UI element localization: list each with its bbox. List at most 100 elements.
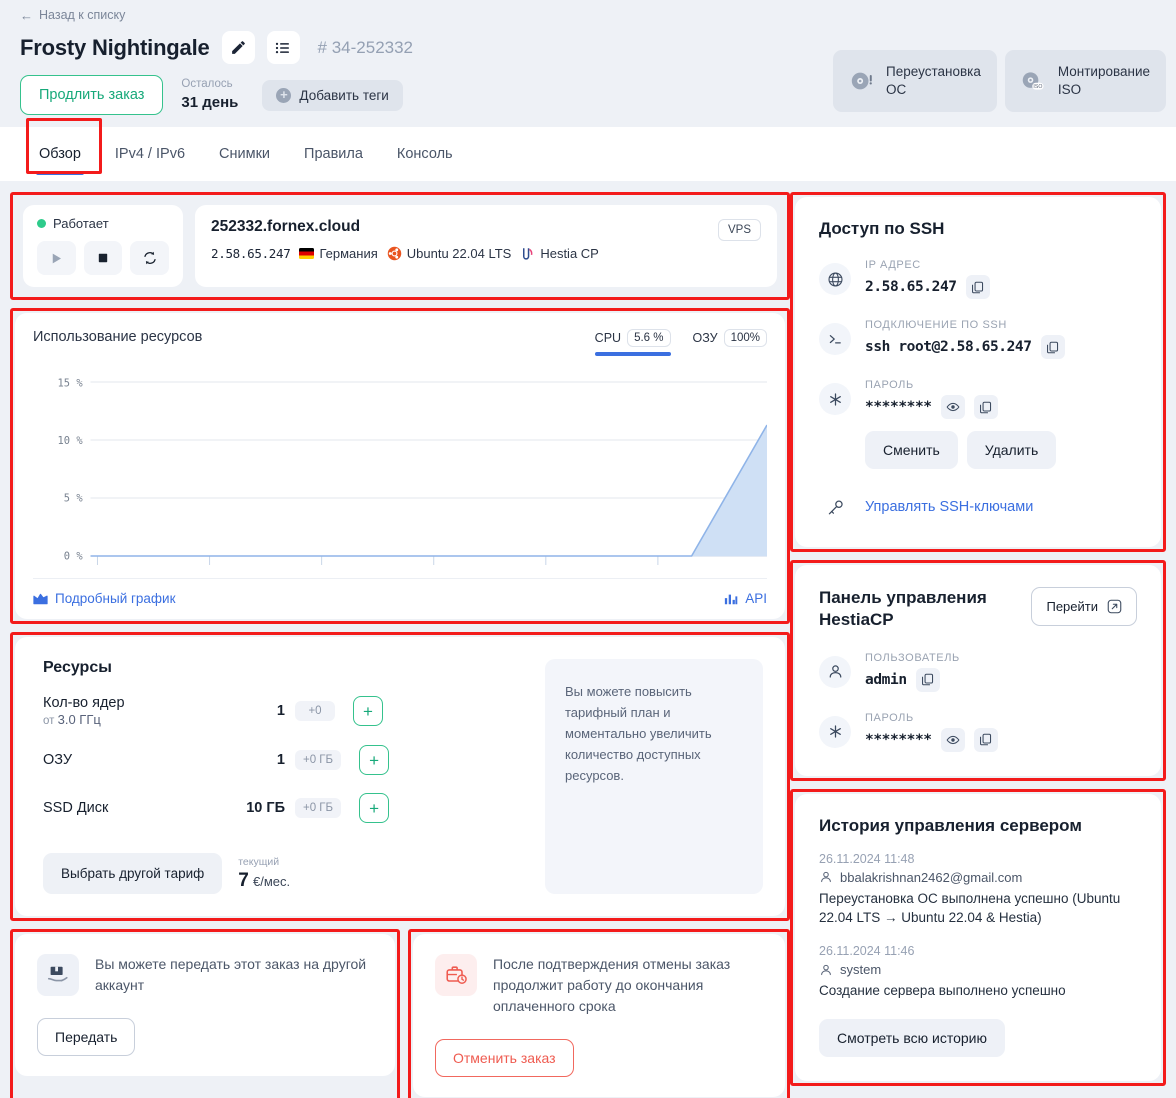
reboot-button[interactable] <box>130 241 170 275</box>
hestia-goto-button[interactable]: Перейти <box>1031 587 1137 626</box>
chart-header: Использование ресурсов CPU 5.6 % ОЗУ 100… <box>33 329 767 356</box>
package-handover-icon <box>37 954 79 996</box>
ssh-highlight: Доступ по SSH IP АДРЕС 2.58.65.247 ПОДКЛ… <box>790 192 1166 552</box>
history-entry-date: 26.11.2024 11:48 <box>819 851 915 866</box>
resource-cores-label: Кол-во ядер <box>43 695 125 711</box>
vps-badge: VPS <box>717 219 761 241</box>
external-link-icon <box>1107 599 1122 614</box>
api-link[interactable]: API <box>724 591 767 606</box>
detailed-chart-label: Подробный график <box>55 591 176 606</box>
history-highlight: История управления сервером 26.11.2024 1… <box>790 788 1166 1086</box>
history-entry: 26.11.2024 11:46 system Создание сервера… <box>819 944 1137 1001</box>
extend-order-button[interactable]: Продлить заказ <box>20 75 164 115</box>
edit-name-button[interactable] <box>221 31 255 64</box>
metric-cpu-label: CPU <box>594 331 622 345</box>
user-icon <box>819 655 851 688</box>
add-tags-button[interactable]: + Добавить теги <box>262 79 403 111</box>
history-entry-user-label: bbalakrishnan2462@gmail.com <box>840 869 1023 885</box>
metric-tab-ram[interactable]: ОЗУ 100% <box>693 329 767 356</box>
resource-cores-labels: Кол-во ядер от 3.0 ГГц <box>43 695 223 727</box>
ssh-conn-value-row: ssh root@2.58.65.247 <box>865 335 1137 359</box>
play-icon <box>52 253 61 263</box>
copy-icon <box>980 734 992 746</box>
briefcase-clock-icon <box>435 954 477 996</box>
content-area: Работает 252332.fornex.cloud 2.58.65.247… <box>0 192 1176 1098</box>
server-detail-page: ← Назад к списку Frosty Nightingale # 34… <box>0 0 1176 1098</box>
remaining-label: Осталось <box>181 78 233 91</box>
stop-button[interactable] <box>83 241 123 275</box>
metric-tab-cpu[interactable]: CPU 5.6 % <box>594 329 671 356</box>
change-password-button[interactable]: Сменить <box>865 431 958 469</box>
manage-ssh-keys-link[interactable]: Управлять SSH-ключами <box>865 499 1033 515</box>
metric-cpu-value: 5.6 % <box>627 329 671 347</box>
transfer-card-head: Вы можете передать этот заказ на другой … <box>37 954 373 996</box>
copy-password-button[interactable] <box>973 395 998 419</box>
resources-highlight: Ресурсы Кол-во ядер от 3.0 ГГц 1 +0 + ОЗ… <box>10 632 790 921</box>
view-all-history-button[interactable]: Смотреть всю историю <box>819 1018 1005 1057</box>
status-dot-icon <box>37 219 46 228</box>
host-meta: 2.58.65.247 Германия Ubuntu 22.04 LTS He… <box>211 246 761 261</box>
cancel-highlight: После подтверждения отмены заказ продолж… <box>408 929 790 1098</box>
delete-password-button[interactable]: Удалить <box>966 431 1057 469</box>
asterisk-icon <box>819 383 851 415</box>
list-view-button[interactable] <box>266 31 300 64</box>
back-to-list-link[interactable]: ← Назад к списку <box>20 8 125 22</box>
reinstall-os-button[interactable]: Переустановка ОС <box>833 50 997 113</box>
mount-iso-button[interactable]: ISO Монтирование ISO <box>1004 50 1166 113</box>
hestia-user-body: ПОЛЬЗОВАТЕЛЬ admin <box>865 652 1137 692</box>
history-entry-text: Переустановка ОС выполнена успешно (Ubun… <box>819 890 1121 926</box>
user-icon <box>821 872 831 883</box>
hestia-title: Панель управления HestiaCP <box>819 588 987 630</box>
cancel-order-button[interactable]: Отменить заказ <box>435 1039 574 1077</box>
order-number: # 34-252332 <box>317 37 414 57</box>
status-label: Работает <box>53 216 109 231</box>
history-entry-user: system <box>819 962 1137 977</box>
tab-console[interactable]: Консоль <box>380 127 470 181</box>
ssh-conn-body: ПОДКЛЮЧЕНИЕ ПО SSH ssh root@2.58.65.247 <box>865 319 1137 359</box>
choose-plan-button[interactable]: Выбрать другой тариф <box>43 853 223 894</box>
history-entry-user-label: system <box>840 962 882 977</box>
resource-ram-label: ОЗУ <box>43 752 73 768</box>
chart-title: Использование ресурсов <box>33 329 203 345</box>
copy-ssh-command-button[interactable] <box>1040 335 1065 359</box>
svg-text:ISO: ISO <box>1033 84 1042 90</box>
show-password-button[interactable] <box>940 395 965 419</box>
ssh-title: Доступ по SSH <box>819 219 945 238</box>
reboot-icon <box>144 251 156 265</box>
ssh-conn-value: ssh root@2.58.65.247 <box>865 339 1032 355</box>
hestia-user-row: ПОЛЬЗОВАТЕЛЬ admin <box>819 652 1137 692</box>
add-cores-button[interactable]: + <box>353 696 383 726</box>
right-column: Доступ по SSH IP АДРЕС 2.58.65.247 ПОДКЛ… <box>790 192 1166 1098</box>
show-hestia-password-button[interactable] <box>940 727 965 752</box>
add-ram-button[interactable]: + <box>359 745 390 775</box>
price-label: текущий <box>238 855 280 868</box>
copy-icon <box>1047 341 1059 353</box>
remaining-value: 31 день <box>181 93 239 111</box>
price-value: 7 €/мес. <box>238 869 291 891</box>
flag-germany-icon <box>299 248 315 259</box>
page-title: Frosty Nightingale <box>20 34 210 60</box>
copy-hestia-user-button[interactable] <box>915 667 940 692</box>
resource-cores-delta: +0 <box>295 701 335 721</box>
tab-snapshots[interactable]: Снимки <box>202 127 287 181</box>
tab-overview[interactable]: Обзор <box>22 127 98 181</box>
tab-ipv4-ipv6[interactable]: IPv4 / IPv6 <box>98 127 202 181</box>
start-button[interactable] <box>37 241 76 275</box>
hestia-card: Панель управления HestiaCP Перейти ПОЛЬЗ… <box>795 565 1161 776</box>
hestia-user-label: ПОЛЬЗОВАТЕЛЬ <box>865 651 960 664</box>
hestia-password-row: ПАРОЛЬ ******** <box>819 712 1137 752</box>
list-icon <box>275 42 290 53</box>
add-disk-button[interactable]: + <box>359 793 390 823</box>
chart-axis-labels: 15 % 10 % 5 % 0 % <box>58 378 84 563</box>
left-column: Работает 252332.fornex.cloud 2.58.65.247… <box>10 192 790 1098</box>
detailed-chart-link[interactable]: Подробный график <box>33 591 176 606</box>
copy-hestia-password-button[interactable] <box>973 727 998 752</box>
ssh-password-value-row: ******** <box>865 395 1137 419</box>
resources-footer: Выбрать другой тариф текущий 7 €/мес. <box>43 853 527 894</box>
tab-rules[interactable]: Правила <box>287 127 380 181</box>
copy-ip-button[interactable] <box>965 275 990 299</box>
resource-ram-delta: +0 ГБ <box>295 750 342 770</box>
hestia-password-label: ПАРОЛЬ <box>865 711 914 724</box>
ssh-password-label: ПАРОЛЬ <box>865 379 914 391</box>
transfer-button[interactable]: Передать <box>37 1018 136 1056</box>
